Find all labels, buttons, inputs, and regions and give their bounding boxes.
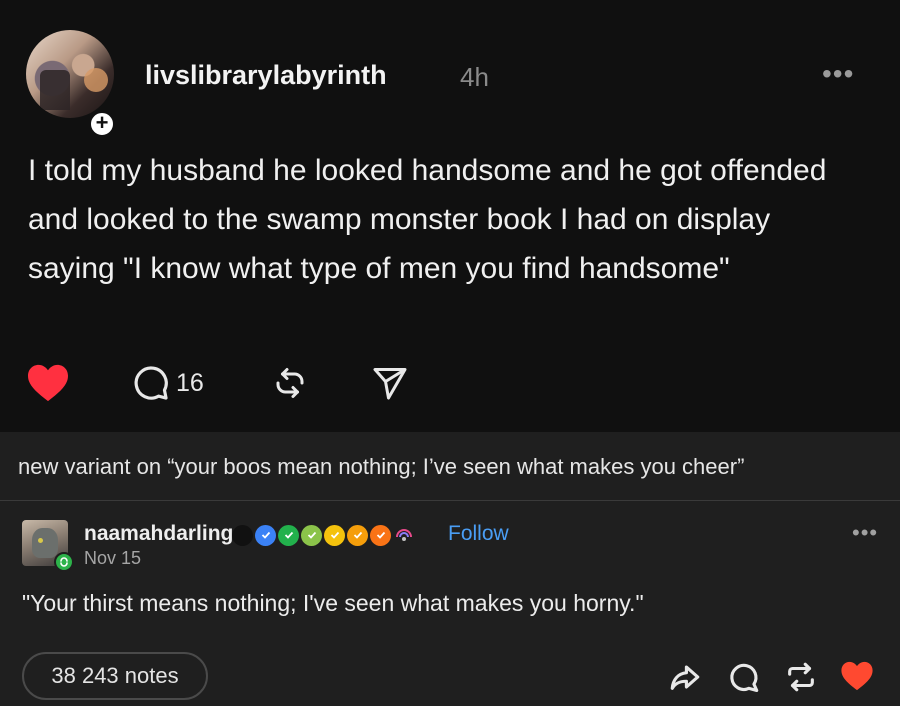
heart-filled-icon <box>841 661 873 691</box>
share-button[interactable] <box>372 360 408 406</box>
badge-check-icon <box>278 524 299 546</box>
reblog-caption: new variant on “your boos mean nothing; … <box>18 454 745 479</box>
badge-check-icon <box>324 524 345 546</box>
reblog-icon <box>788 662 814 692</box>
badge-check-icon <box>370 524 391 546</box>
post-author[interactable]: livslibrarylabyrinth <box>145 60 387 91</box>
badge-check-icon <box>301 524 322 546</box>
reply-count: 16 <box>176 368 204 397</box>
heart-button[interactable] <box>840 660 874 694</box>
follow-button[interactable]: Follow <box>448 522 509 546</box>
like-button[interactable] <box>26 360 70 406</box>
badge-icon <box>232 524 253 546</box>
repost-icon <box>276 368 304 398</box>
threads-post: + livslibrarylabyrinth 4h ••• I told my … <box>0 0 900 432</box>
post-actions: 16 <box>26 360 446 406</box>
send-icon <box>373 368 407 400</box>
badge-check-icon <box>347 524 368 546</box>
share-arrow-button[interactable] <box>668 660 702 694</box>
heart-filled-icon <box>28 364 68 402</box>
comment-button[interactable] <box>727 660 761 694</box>
reblog-badge-icon <box>54 552 74 572</box>
avatar-image <box>26 30 114 118</box>
repost-button[interactable] <box>272 360 308 406</box>
user-badges <box>232 524 416 546</box>
post-text: I told my husband he looked handsome and… <box>28 154 827 285</box>
reply-button[interactable]: 16 <box>132 360 204 406</box>
post-time: 4h <box>460 62 489 92</box>
comment-icon <box>730 663 759 693</box>
follow-plus-icon[interactable]: + <box>88 110 116 138</box>
reply-author[interactable]: naamahdarling <box>84 522 233 546</box>
more-options-icon[interactable]: ••• <box>822 58 854 90</box>
divider <box>0 500 900 501</box>
reply-text: "Your thirst means nothing; I've seen wh… <box>22 590 644 616</box>
notes-button[interactable]: 38 243 notes <box>22 652 208 700</box>
badge-check-icon <box>255 524 276 546</box>
comment-icon <box>134 366 168 400</box>
reply-more-options-icon[interactable]: ••• <box>852 520 878 546</box>
author-avatar[interactable]: + <box>26 30 116 138</box>
share-arrow-icon <box>670 665 700 690</box>
rainbow-badge-icon <box>393 525 414 546</box>
reblog-button[interactable] <box>784 660 818 694</box>
reply-date: Nov 15 <box>84 548 142 568</box>
